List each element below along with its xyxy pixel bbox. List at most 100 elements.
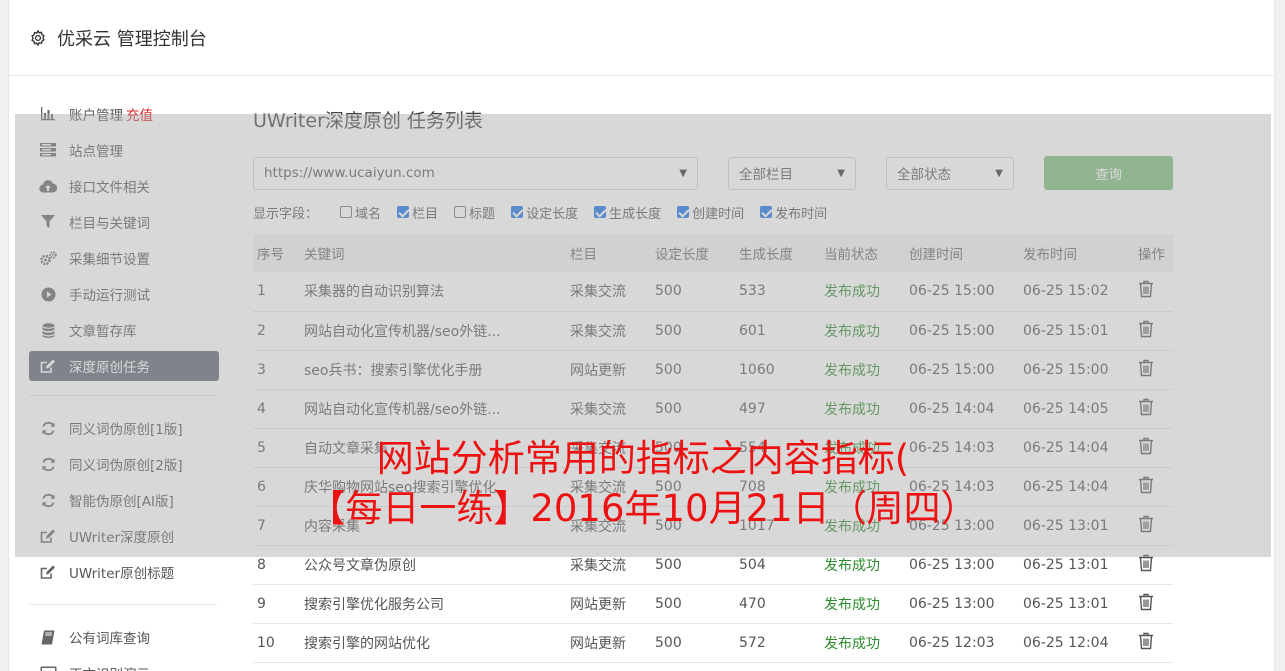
field-checkbox-label: 设定长度 <box>526 206 579 222</box>
column-header: 栏目 <box>570 247 597 263</box>
trash-icon[interactable] <box>1138 359 1154 377</box>
status-select[interactable]: 全部状态 ▼ <box>886 156 1014 190</box>
sidebar-item-public-lexicon[interactable]: 公有词库查询 <box>29 619 219 655</box>
column-header: 发布时间 <box>1023 247 1077 263</box>
sidebar-item-account[interactable]: 账户管理 充值 <box>29 96 219 132</box>
sidebar-item-text-recognition[interactable]: 正文识别演示 <box>29 655 219 671</box>
trash-icon[interactable] <box>1138 280 1154 298</box>
sidebar-item-uwriter-title[interactable]: UWriter原创标题 <box>29 554 219 590</box>
cell-created: 06-25 13:00 <box>905 545 1019 585</box>
cell-published: 06-25 12:04 <box>1019 623 1134 663</box>
cell-actions <box>1134 389 1173 429</box>
recharge-link[interactable]: 充值 <box>126 104 153 124</box>
site-select[interactable]: https://www.ucaiyun.com ▼ <box>253 156 698 190</box>
table-row: 2 网站自动化宣传机器/seo外链... 采集交流 500 601 发布成功 06-25 1… <box>253 311 1173 351</box>
cell-keyword[interactable]: 采集器的自动识别算法 <box>300 272 566 312</box>
sidebar-item-uwriter-deep[interactable]: UWriter深度原创 <box>29 518 219 554</box>
trash-icon[interactable] <box>1138 515 1154 533</box>
sidebar-item-sites[interactable]: 站点管理 <box>29 132 219 168</box>
cell-keyword[interactable]: seo兵书：搜索引擎优化手册 <box>300 350 566 390</box>
sidebar-item-api-files[interactable]: 接口文件相关 <box>29 168 219 204</box>
table-row: 6 庆华购物网站seo搜索引擎优化 采集交流 500 708 发布成功 06-25 14:0… <box>253 467 1173 507</box>
table-row: 3 seo兵书：搜索引擎优化手册 网站更新 500 1060 发布成功 06-25 15:0… <box>253 350 1173 390</box>
field-checkbox[interactable]: 发布时间 <box>760 203 827 222</box>
sidebar-item-article-store[interactable]: 文章暂存库 <box>29 312 219 348</box>
cell-index: 10 <box>253 623 300 663</box>
cell-keyword[interactable]: 搜索引擎优化服务公司 <box>300 584 566 624</box>
cell-column: 采集交流 <box>566 272 651 312</box>
checkbox-unchecked-icon[interactable] <box>454 206 467 218</box>
table-row: 4 网站自动化宣传机器/seo外链... 采集交流 500 497 发布成功 06-25 1… <box>253 389 1173 429</box>
sidebar-divider <box>29 604 217 605</box>
trash-icon[interactable] <box>1138 593 1154 611</box>
table-row: 8 公众号文章伪原创 采集交流 500 504 发布成功 06-25 13:00 06-25 … <box>253 545 1173 585</box>
cell-published: 06-25 14:04 <box>1019 467 1134 507</box>
checkbox-checked-icon[interactable] <box>511 206 524 218</box>
table-header-row: 序号 关键词 栏目 设定长度 生成长度 当前状态 创建时间 发布时间 操作 <box>253 234 1173 272</box>
field-checkbox[interactable]: 创建时间 <box>677 203 744 222</box>
cell-column: 采集交流 <box>566 311 651 351</box>
cell-keyword[interactable]: 网站自动化宣传机器/seo外链... <box>300 389 566 429</box>
cell-column: 网站更新 <box>566 623 651 663</box>
cell-keyword[interactable]: 内容采集 <box>300 506 566 546</box>
gears-icon <box>39 249 57 267</box>
field-checkbox[interactable]: 设定长度 <box>511 203 578 222</box>
sidebar-item-label: 手动运行测试 <box>69 288 150 304</box>
filter-bar: https://www.ucaiyun.com ▼ 全部栏目 ▼ 全部状态 ▼ … <box>253 156 1173 190</box>
checkbox-checked-icon[interactable] <box>397 206 410 218</box>
cell-created: 06-25 13:00 <box>905 506 1019 546</box>
cell-actions <box>1134 311 1173 351</box>
cell-set-length: 500 <box>651 350 735 390</box>
cell-gen-length: 533 <box>735 272 820 312</box>
trash-icon[interactable] <box>1138 632 1154 650</box>
checkbox-unchecked-icon[interactable] <box>340 206 353 218</box>
cell-column: 采集交流 <box>566 506 651 546</box>
sidebar-item-label: 账户管理 <box>69 108 123 124</box>
sidebar-item-label: 接口文件相关 <box>69 180 150 196</box>
table-body: 1 采集器的自动识别算法 采集交流 500 533 发布成功 06-25 15:00 06-2… <box>253 272 1173 663</box>
cell-index: 7 <box>253 506 300 546</box>
page-header-title: 优采云 管理控制台 <box>57 28 207 50</box>
trash-icon[interactable] <box>1138 398 1154 416</box>
sidebar-divider <box>29 395 217 396</box>
checkbox-checked-icon[interactable] <box>677 206 690 218</box>
sidebar-item-synonym-v2[interactable]: 同义词伪原创[2版] <box>29 446 219 482</box>
cell-created: 06-25 14:03 <box>905 467 1019 507</box>
checkbox-checked-icon[interactable] <box>760 206 773 218</box>
field-checkbox[interactable]: 栏目 <box>397 203 438 222</box>
trash-icon[interactable] <box>1138 320 1154 338</box>
cell-actions <box>1134 467 1173 507</box>
column-select[interactable]: 全部栏目 ▼ <box>728 156 856 190</box>
column-header: 关键词 <box>304 247 345 263</box>
sidebar-item-label: 站点管理 <box>69 144 123 160</box>
sidebar-item-columns-keywords[interactable]: 栏目与关键词 <box>29 204 219 240</box>
checkbox-checked-icon[interactable] <box>594 206 607 218</box>
query-button[interactable]: 查询 <box>1044 156 1173 190</box>
cell-gen-length: 504 <box>735 545 820 585</box>
cell-index: 5 <box>253 428 300 468</box>
cell-keyword[interactable]: 搜索引擎的网站优化 <box>300 623 566 663</box>
cell-created: 06-25 12:03 <box>905 623 1019 663</box>
chevron-down-icon: ▼ <box>679 167 687 179</box>
cell-keyword[interactable]: 网站自动化宣传机器/seo外链... <box>300 311 566 351</box>
cell-keyword[interactable]: 公众号文章伪原创 <box>300 545 566 585</box>
field-checkbox[interactable]: 标题 <box>454 203 495 222</box>
trash-icon[interactable] <box>1138 437 1154 455</box>
sidebar-item-synonym-v1[interactable]: 同义词伪原创[1版] <box>29 410 219 446</box>
cell-column: 采集交流 <box>566 545 651 585</box>
sidebar-item-collect-settings[interactable]: 采集细节设置 <box>29 240 219 276</box>
sidebar-item-ai-rewrite[interactable]: 智能伪原创[AI版] <box>29 482 219 518</box>
cell-keyword[interactable]: 自动文章采集 <box>300 428 566 468</box>
cell-gen-length: 572 <box>735 623 820 663</box>
cell-set-length: 500 <box>651 389 735 429</box>
sidebar-item-label: 智能伪原创[AI版] <box>69 494 174 510</box>
sidebar-item-deep-original[interactable]: 深度原创任务 <box>29 351 219 381</box>
cell-keyword[interactable]: 庆华购物网站seo搜索引擎优化 <box>300 467 566 507</box>
status-select-value: 全部状态 <box>897 167 951 183</box>
trash-icon[interactable] <box>1138 554 1154 572</box>
trash-icon[interactable] <box>1138 476 1154 494</box>
field-checkbox[interactable]: 生成长度 <box>594 203 661 222</box>
field-checkbox[interactable]: 域名 <box>340 203 381 222</box>
sidebar-item-manual-run[interactable]: 手动运行测试 <box>29 276 219 312</box>
display-fields-label: 显示字段： <box>253 206 319 222</box>
